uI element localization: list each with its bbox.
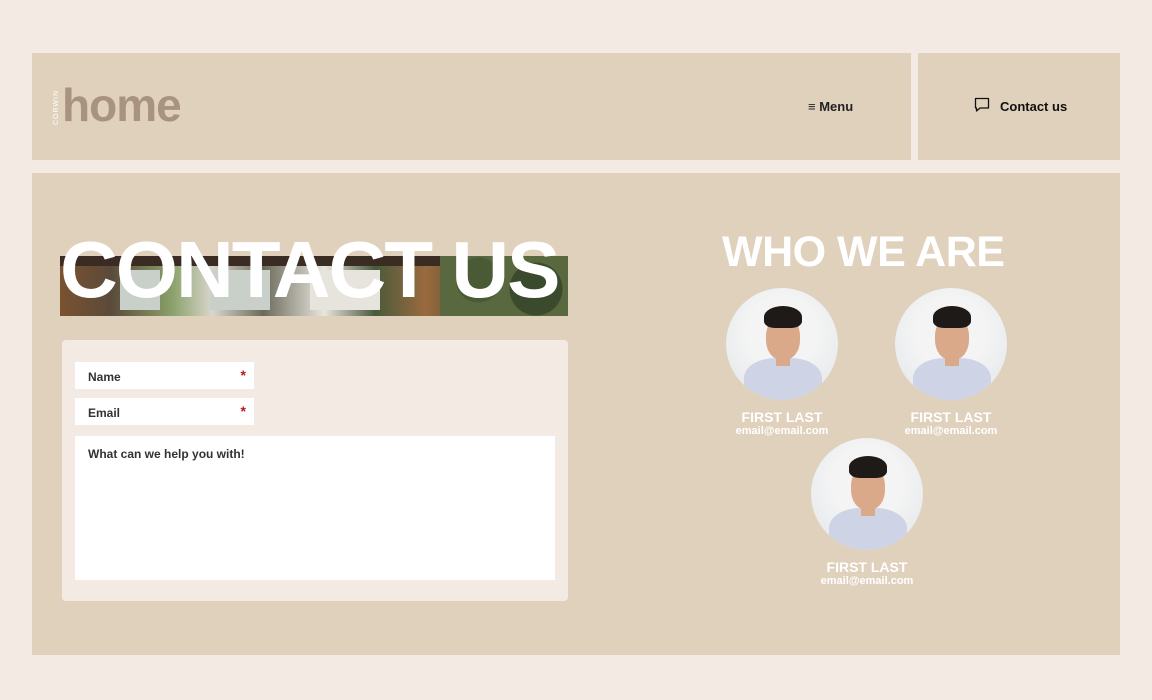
header-bar: CORWIN home ≡ Menu	[32, 53, 911, 160]
name-label: Name	[88, 370, 121, 384]
page-title: CONTACT US	[60, 225, 560, 314]
logo-small-text: CORWIN	[53, 89, 60, 125]
contact-us-label: Contact us	[1000, 99, 1068, 114]
email-label: Email	[88, 406, 121, 420]
main-content: CONTACT US Name * Email * What can we he…	[32, 173, 1120, 655]
menu-button[interactable]: ≡ Menu	[808, 99, 853, 114]
team-section-title: WHO WE ARE	[722, 228, 1005, 276]
required-marker: *	[240, 367, 246, 383]
header-contact-panel: Contact us	[918, 53, 1120, 160]
logo-main-text: home	[62, 79, 182, 131]
contact-hero: CONTACT US	[60, 223, 568, 316]
required-marker: *	[240, 403, 246, 419]
avatar	[895, 288, 1007, 400]
member-email[interactable]: email@email.com	[797, 574, 937, 588]
contact-form: Name * Email * What can we help you with…	[62, 340, 568, 601]
member-name: FIRST LAST	[741, 409, 823, 425]
member-name: FIRST LAST	[826, 559, 908, 575]
member-email[interactable]: email@email.com	[881, 424, 1021, 438]
avatar	[811, 438, 923, 550]
message-textarea[interactable]: What can we help you with!	[75, 436, 555, 580]
message-placeholder: What can we help you with!	[88, 447, 245, 461]
team-member-card: FIRST LAST email@email.com	[712, 288, 852, 438]
member-email[interactable]: email@email.com	[712, 424, 852, 438]
contact-us-button[interactable]: Contact us	[974, 97, 1067, 116]
member-name: FIRST LAST	[910, 409, 992, 425]
team-member-card: FIRST LAST email@email.com	[797, 438, 937, 588]
avatar	[726, 288, 838, 400]
chat-bubble-icon	[974, 97, 990, 116]
name-field[interactable]: Name *	[75, 362, 254, 389]
email-field[interactable]: Email *	[75, 398, 254, 425]
team-member-card: FIRST LAST email@email.com	[881, 288, 1021, 438]
